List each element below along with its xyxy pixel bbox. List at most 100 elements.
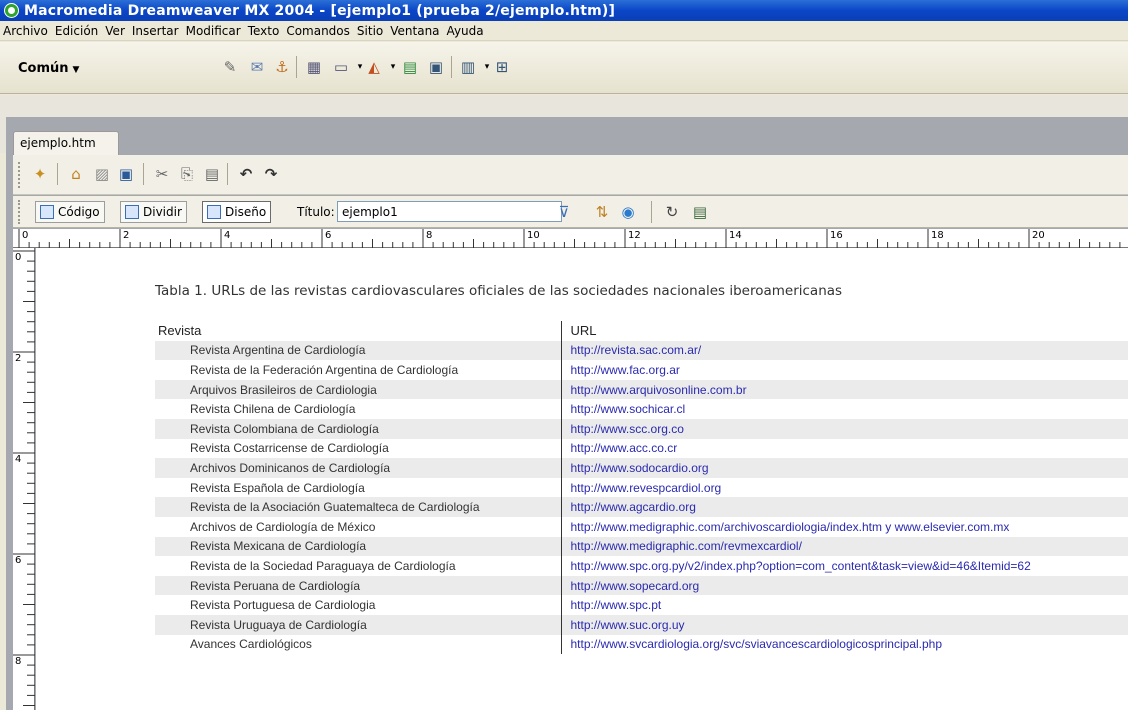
journal-url[interactable]: http://www.medigraphic.com/archivoscardi… — [560, 516, 1128, 537]
journal-url[interactable]: http://www.sochicar.cl — [560, 399, 1128, 419]
journal-name: Archivos de Cardiología de México — [190, 519, 376, 534]
page-title-input[interactable] — [337, 201, 562, 222]
table-row: Revista de la Sociedad Paraguaya de Card… — [155, 556, 1128, 576]
journal-name: Revista Argentina de Cardiología — [155, 340, 561, 361]
journal-name: Archivos Dominicanos de Cardiología — [155, 458, 561, 478]
menu-comandos[interactable]: Comandos — [283, 24, 354, 38]
menu-texto[interactable]: Texto — [245, 24, 284, 38]
horizontal-ruler[interactable]: 0 2 4 6 8 10 12 14 16 18 20 — [13, 229, 1128, 248]
vertical-ruler[interactable]: 0 2 4 6 8 — [13, 248, 35, 710]
menu-ver[interactable]: Ver — [102, 24, 129, 38]
journal-url[interactable]: http://www.svcardiologia.org/svc/sviavan… — [560, 634, 1128, 655]
table-row: Arquivos Brasileiros de Cardiologia http:… — [155, 379, 1128, 400]
browse-icon[interactable]: ▨ — [91, 163, 113, 185]
ruler-label: 2 — [15, 353, 22, 364]
layer-icon[interactable]: ▭ — [331, 56, 351, 78]
new-document-icon[interactable]: ✦ — [29, 163, 51, 185]
named-anchor-icon[interactable]: ⚓ — [272, 56, 292, 78]
refresh-icon[interactable]: ↻ — [661, 201, 683, 223]
design-view-button[interactable]: Diseño — [202, 201, 272, 223]
ruler-label: 18 — [931, 230, 944, 241]
journal-url[interactable]: http://www.scc.org.co — [560, 418, 1128, 439]
design-view-icon — [207, 205, 221, 219]
split-view-button[interactable]: Dividir — [120, 201, 187, 223]
journal-name: Revista Costarricense de Cardiología — [190, 441, 389, 456]
toolbar-separator — [651, 201, 652, 223]
code-view-icon — [40, 205, 54, 219]
table-row: Revista Peruana de Cardiología http://www… — [155, 575, 1128, 596]
menu-insertar[interactable]: Insertar — [129, 24, 183, 38]
ruler-label: 6 — [15, 555, 22, 566]
hyperlink-icon[interactable]: ✎ — [220, 56, 240, 78]
table-row: Archivos de Cardiología de México http://… — [155, 516, 1128, 537]
journal-name: Revista de la Federación Argentina de Ca… — [190, 362, 459, 377]
split-view-label: Dividir — [143, 205, 182, 219]
ruler-label: 2 — [123, 230, 130, 241]
journal-url[interactable]: http://www.sopecard.org — [560, 575, 1128, 596]
journals-table[interactable]: Revista URL Revista Argentina de Cardiol… — [155, 321, 1128, 655]
menu-sitio[interactable]: Sitio — [354, 24, 387, 38]
journal-url[interactable]: http://www.agcardio.org — [560, 497, 1128, 517]
validate-markup-icon[interactable]: ⊽ — [553, 201, 575, 223]
design-view-label: Diseño — [225, 205, 267, 219]
journal-url[interactable]: http://www.revespcardiol.org — [560, 477, 1128, 498]
toolbar-grip[interactable] — [18, 162, 22, 188]
journal-name: Avances Cardiológicos — [190, 637, 312, 652]
paste-icon[interactable]: ▤ — [201, 163, 223, 185]
table-icon[interactable]: ▦ — [304, 56, 324, 78]
menu-ventana[interactable]: Ventana — [387, 24, 443, 38]
table-row: Revista Española de Cardiología http://ww… — [155, 477, 1128, 498]
window-titlebar: Macromedia Dreamweaver MX 2004 - [ejempl… — [0, 0, 1128, 21]
view-options-icon[interactable]: ▤ — [689, 201, 711, 223]
journal-url[interactable]: http://www.acc.co.cr — [560, 438, 1128, 459]
code-view-button[interactable]: Código — [35, 201, 105, 223]
table-row: Revista Portuguesa de Cardiologia http://… — [155, 595, 1128, 615]
undo-icon[interactable]: ↶ — [235, 163, 257, 185]
table-row: Revista de la Asociación Guatemalteca de… — [155, 497, 1128, 517]
menu-edicion[interactable]: Edición — [52, 24, 102, 38]
page-title-label: Título: — [297, 205, 335, 219]
toolbar-separator — [296, 56, 297, 78]
table-row: Revista Mexicana de Cardiología http://ww… — [155, 536, 1128, 557]
email-link-icon[interactable]: ✉ — [247, 56, 267, 78]
document-toolbar: Código Dividir Diseño Título: ⊽ ⇅ ◉ ↻ ▤ — [13, 196, 1128, 228]
document-tab[interactable]: ejemplo.htm — [13, 131, 119, 155]
tag-chooser-icon[interactable]: ⊞ — [492, 56, 512, 78]
journal-name: Revista Uruguaya de Cardiología — [155, 614, 561, 635]
dreamweaver-app-icon[interactable] — [4, 3, 19, 18]
ruler-label: 0 — [15, 252, 22, 263]
menu-archivo[interactable]: Archivo — [0, 24, 52, 38]
insert-category-dropdown[interactable]: Común ▼ — [18, 61, 79, 76]
table-caption: Tabla 1. URLs de las revistas cardiovasc… — [155, 283, 843, 299]
journal-url[interactable]: http://www.spc.pt — [560, 595, 1128, 615]
templates-icon[interactable]: ▥ — [458, 56, 478, 78]
menu-ayuda[interactable]: Ayuda — [444, 24, 488, 38]
redo-icon[interactable]: ↷ — [260, 163, 282, 185]
open-folder-icon[interactable]: ⌂ — [65, 163, 87, 185]
toolbar-grip[interactable] — [18, 200, 22, 224]
comment-icon[interactable]: ▣ — [426, 56, 446, 78]
ruler-label: 0 — [22, 230, 29, 241]
copy-icon[interactable]: ⎘ — [176, 163, 198, 185]
design-view-canvas[interactable]: Tabla 1. URLs de las revistas cardiovasc… — [36, 248, 1128, 710]
cut-icon[interactable]: ✂ — [151, 163, 173, 185]
images-icon[interactable]: ◭ — [364, 56, 384, 78]
split-view-icon — [125, 205, 139, 219]
journal-url[interactable]: http://www.arquivosonline.com.br — [560, 379, 1128, 400]
journal-url[interactable]: http://www.fac.org.ar — [560, 360, 1128, 380]
table-row: Revista Chilena de Cardiología http://www… — [155, 399, 1128, 419]
file-management-icon[interactable]: ⇅ — [591, 201, 613, 223]
journal-url[interactable]: http://www.suc.org.uy — [560, 614, 1128, 635]
toolbar-separator — [57, 163, 58, 185]
table-row: Avances Cardiológicos http://www.svcardio… — [155, 634, 1128, 655]
toolbar-separator — [451, 56, 452, 78]
journal-url[interactable]: http://www.medigraphic.com/revmexcardiol… — [560, 536, 1128, 557]
save-icon[interactable]: ▣ — [115, 163, 137, 185]
date-icon[interactable]: ▤ — [400, 56, 420, 78]
menu-modificar[interactable]: Modificar — [183, 24, 245, 38]
journal-url[interactable]: http://revista.sac.com.ar/ — [560, 340, 1128, 361]
journal-url[interactable]: http://www.spc.org.py/v2/index.php?optio… — [560, 556, 1128, 576]
ruler-ticks — [18, 229, 1121, 248]
journal-url[interactable]: http://www.sodocardio.org — [560, 458, 1128, 478]
preview-in-browser-icon[interactable]: ◉ — [617, 201, 639, 223]
